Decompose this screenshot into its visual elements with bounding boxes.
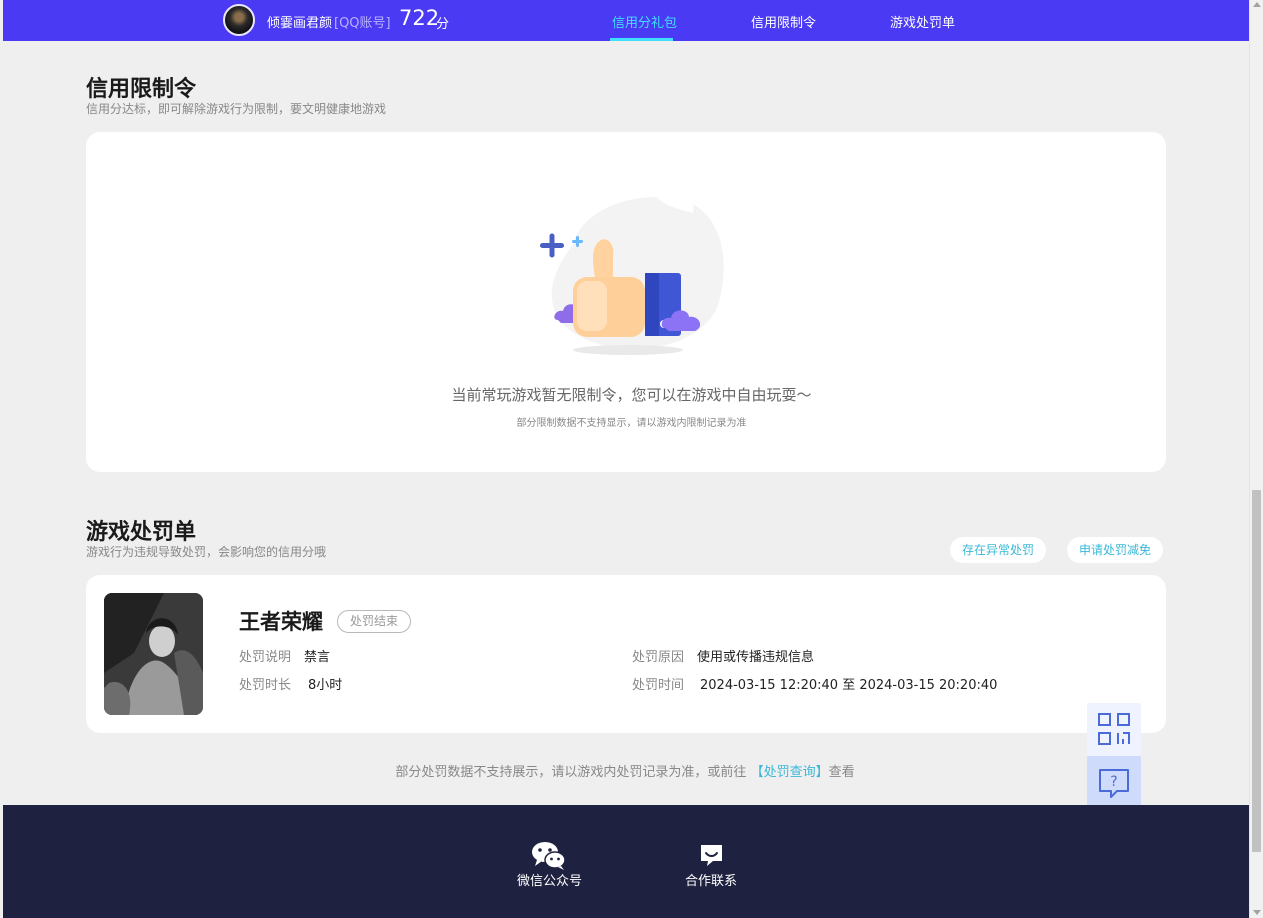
chat-bubble-icon[interactable] xyxy=(699,843,724,868)
contact-label[interactable]: 合作联系 xyxy=(685,870,737,889)
penalty-section-title: 游戏处罚单 xyxy=(86,520,197,545)
scroll-thumb[interactable] xyxy=(1252,490,1261,852)
empty-restriction-note: 部分限制数据不支持显示，请以游戏内限制记录为准 xyxy=(516,418,747,429)
penalty-section-subtitle: 游戏行为违规导致处罚，会影响您的信用分哦 xyxy=(86,545,327,559)
apply-reduction-button[interactable]: 申请处罚减免 xyxy=(1067,537,1164,563)
footnote-text: 部分处罚数据不支持展示，请以游戏内处罚记录为准，或前往 xyxy=(395,765,747,780)
username: 倾霎画君颜 xyxy=(267,16,333,31)
thumbs-up-illustration xyxy=(540,190,724,355)
penalty-reason-label: 处罚原因 xyxy=(632,650,685,665)
penalty-desc-label: 处罚说明 xyxy=(239,650,292,665)
avatar[interactable] xyxy=(223,4,255,36)
footnote-suffix: 查看 xyxy=(828,765,855,780)
game-name: 王者荣耀 xyxy=(239,610,323,634)
game-character-image xyxy=(104,593,203,715)
penalty-desc-value: 禁言 xyxy=(304,650,331,665)
scrollbar[interactable] xyxy=(1249,0,1263,918)
penalty-footnote: 部分处罚数据不支持展示，请以游戏内处罚记录为准，或前往 【处罚查询】查看 xyxy=(0,761,1250,780)
credit-score-unit: 分 xyxy=(436,17,450,32)
empty-restriction-message: 当前常玩游戏暂无限制令，您可以在游戏中自由玩耍～ xyxy=(451,386,812,404)
credit-score: 722 xyxy=(399,6,440,30)
qr-code-button[interactable] xyxy=(1087,703,1141,756)
wechat-official-label[interactable]: 微信公众号 xyxy=(517,870,582,889)
qr-code-icon xyxy=(1098,713,1130,745)
penalty-query-link[interactable]: 【处罚查询】 xyxy=(751,765,829,780)
penalty-reason-value: 使用或传播违规信息 xyxy=(697,650,815,665)
nav-tab-gift-pack[interactable]: 信用分礼包 xyxy=(612,12,677,31)
nav-tab-restriction[interactable]: 信用限制令 xyxy=(751,12,816,31)
footer xyxy=(3,805,1249,918)
game-thumbnail xyxy=(104,593,203,715)
account-type: [QQ账号] xyxy=(334,16,391,31)
penalty-status-badge: 处罚结束 xyxy=(337,610,412,633)
penalty-time-value: 2024-03-15 12:20:40 至 2024-03-15 20:20:4… xyxy=(700,678,998,693)
scroll-down-arrow-icon[interactable] xyxy=(1253,910,1261,915)
restriction-section-title: 信用限制令 xyxy=(86,77,197,102)
nav-tab-penalty[interactable]: 游戏处罚单 xyxy=(890,12,955,31)
scroll-up-arrow-icon[interactable] xyxy=(1253,2,1261,7)
abnormal-penalty-button[interactable]: 存在异常处罚 xyxy=(950,537,1047,563)
restriction-section-subtitle: 信用分达标，即可解除游戏行为限制，要文明健康地游戏 xyxy=(86,102,387,116)
wechat-icon[interactable] xyxy=(531,840,567,870)
nav-active-indicator xyxy=(610,38,673,41)
penalty-duration-label: 处罚时长 xyxy=(239,678,292,693)
penalty-duration-value: 8小时 xyxy=(308,678,343,693)
penalty-time-label: 处罚时间 xyxy=(632,678,685,693)
